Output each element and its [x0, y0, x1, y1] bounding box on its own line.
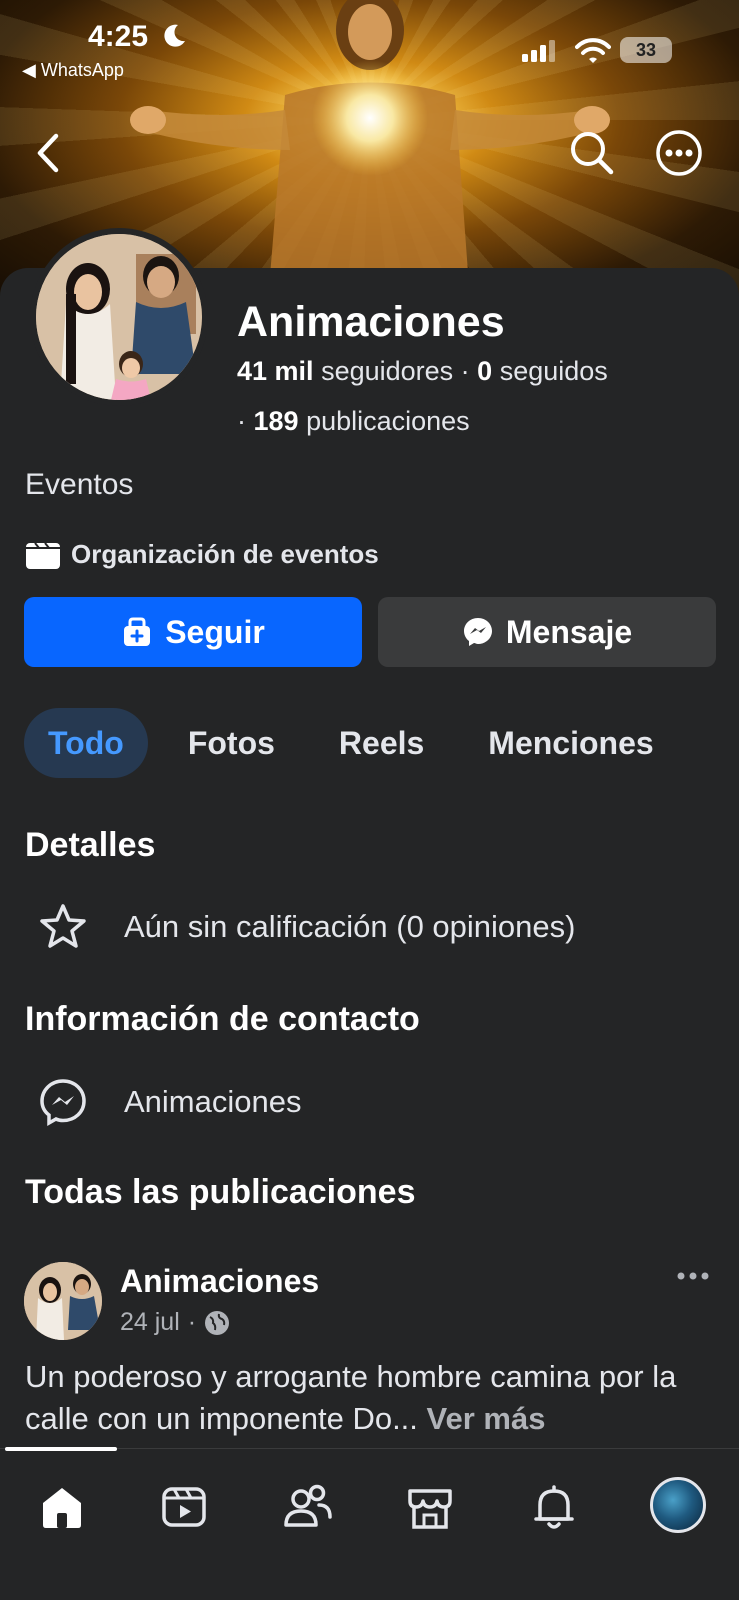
- clapperboard-icon: [26, 541, 60, 569]
- tab-menciones[interactable]: Menciones: [464, 708, 677, 778]
- star-icon: [40, 904, 86, 948]
- back-to-whatsapp-link[interactable]: ◀ WhatsApp: [22, 60, 124, 81]
- post-date: 24 jul: [120, 1308, 180, 1336]
- post-author-avatar[interactable]: [24, 1262, 102, 1340]
- post-meta: 24 jul ·: [120, 1308, 230, 1337]
- profile-picture: [36, 234, 202, 400]
- posts-count: 189: [253, 406, 299, 436]
- dot-separator: ·: [460, 356, 478, 386]
- post-body: Un poderoso y arrogante hombre camina po…: [25, 1359, 677, 1436]
- battery-indicator: 33: [620, 37, 672, 63]
- back-chevron-icon[interactable]: [30, 128, 70, 178]
- active-tab-indicator: [5, 1447, 117, 1451]
- marketplace-icon: [408, 1489, 452, 1529]
- dot-separator: ·: [237, 406, 254, 436]
- message-button-label: Mensaje: [505, 613, 633, 650]
- post-text: Un poderoso y arrogante hombre camina po…: [25, 1356, 725, 1440]
- organization-info: Organización de eventos: [25, 539, 379, 570]
- messenger-contact-row[interactable]: Animaciones: [38, 1077, 301, 1127]
- profile-tabs: Todo Fotos Reels Menciones: [24, 708, 678, 778]
- dot-separator: ·: [187, 1308, 197, 1336]
- bottom-navigation: [0, 1447, 739, 1600]
- follow-button[interactable]: Seguir: [24, 597, 362, 667]
- cellular-signal-icon: [522, 40, 555, 62]
- post-more-options-icon[interactable]: [676, 1270, 710, 1282]
- messenger-icon: [463, 618, 492, 646]
- wifi-icon: [575, 38, 611, 63]
- nav-marketplace[interactable]: [402, 1479, 458, 1535]
- home-icon: [43, 1488, 81, 1528]
- see-more-link[interactable]: Ver más: [427, 1401, 546, 1436]
- tab-reels[interactable]: Reels: [315, 708, 448, 778]
- tab-todo[interactable]: Todo: [24, 708, 148, 778]
- details-section-title: Detalles: [25, 826, 156, 864]
- more-options-icon[interactable]: [654, 128, 704, 178]
- video-icon: [162, 1487, 206, 1527]
- follow-page-icon: [124, 617, 151, 646]
- globe-icon: [205, 1310, 230, 1335]
- following-count: 0: [477, 356, 493, 386]
- moon-icon: [164, 24, 185, 47]
- organization-label: Organización de eventos: [71, 539, 379, 569]
- friends-icon: [284, 1484, 332, 1527]
- messenger-contact-name: Animaciones: [124, 1084, 302, 1119]
- followers-count: 41 mil: [237, 356, 314, 386]
- message-button[interactable]: Mensaje: [378, 597, 716, 667]
- messenger-icon: [40, 1079, 86, 1127]
- nav-notifications[interactable]: [526, 1479, 582, 1535]
- nav-video[interactable]: [156, 1479, 212, 1535]
- contact-section-title: Información de contacto: [25, 1000, 420, 1038]
- tab-fotos[interactable]: Fotos: [164, 708, 299, 778]
- rating-text: Aún sin calificación (0 opiniones): [124, 909, 576, 944]
- posts-stats: · 189 publicaciones: [237, 406, 470, 437]
- follower-stats[interactable]: 41 mil seguidores · 0 seguidos: [237, 356, 608, 387]
- posts-section-title: Todas las publicaciones: [25, 1173, 416, 1211]
- rating-row[interactable]: Aún sin calificación (0 opiniones): [38, 902, 575, 952]
- notifications-icon: [534, 1485, 574, 1529]
- nav-friends[interactable]: [280, 1479, 336, 1535]
- page-category: Eventos: [25, 468, 134, 501]
- status-time: 4:25: [88, 20, 149, 53]
- page-title: Animaciones: [237, 298, 505, 346]
- posts-label: publicaciones: [306, 406, 470, 436]
- nav-profile-avatar[interactable]: [650, 1477, 706, 1533]
- profile-avatar-large[interactable]: [30, 228, 208, 406]
- status-bar: 4:25 ◀ WhatsApp 33: [0, 0, 739, 90]
- following-label: seguidos: [499, 356, 608, 386]
- post-author-name[interactable]: Animaciones: [120, 1263, 319, 1300]
- follow-button-label: Seguir: [165, 613, 265, 650]
- followers-label: seguidores: [321, 356, 454, 386]
- search-icon[interactable]: [567, 128, 617, 178]
- nav-home[interactable]: [34, 1479, 90, 1535]
